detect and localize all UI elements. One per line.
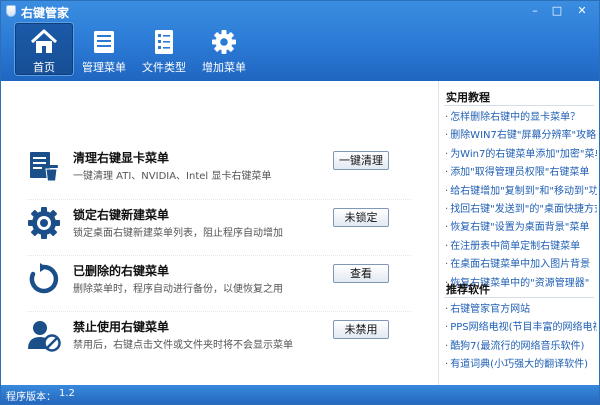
minimize-button[interactable]: – <box>525 4 545 18</box>
tutorial-link[interactable]: 为Win7的右键菜单添加"加密"菜单 <box>445 146 597 164</box>
tutorials-list: 怎样删除右键中的显卡菜单？ 删除WIN7右键"屏幕分辨率"攻略 为Win7的右键… <box>445 109 597 293</box>
trash-icon <box>30 152 58 182</box>
app-window: 右键管家 – □ ✕ 首页 管理菜单 文件类型 增加菜单 清理右键显卡菜单 一键… <box>0 0 600 405</box>
nav-item-file-types[interactable]: 文件类型 <box>135 23 193 75</box>
feature-clean-gpu-menu: 清理右键显卡菜单 一键清理 ATI、NVIDIA、Intel 显卡右键菜单 一键… <box>27 143 412 199</box>
main-panel: 清理右键显卡菜单 一键清理 ATI、NVIDIA、Intel 显卡右键菜单 一键… <box>1 81 436 385</box>
nav-label: 管理菜单 <box>82 61 126 74</box>
software-link[interactable]: 有道词典(小巧强大的翻译软件) <box>445 356 597 374</box>
tutorial-link[interactable]: 怎样删除右键中的显卡菜单？ <box>445 109 597 127</box>
window-controls: – □ ✕ <box>525 4 595 18</box>
feature-lock-new-menu: 锁定右键新建菜单 锁定桌面右键新建菜单列表，阻止程序自动增加 未锁定 <box>27 199 412 255</box>
tutorial-link[interactable]: 添加"取得管理员权限"右键菜单 <box>445 164 597 182</box>
nav-label: 文件类型 <box>142 61 186 74</box>
home-icon <box>30 29 58 53</box>
view-deleted-menus-button[interactable]: 查看 <box>333 264 389 283</box>
nav-item-add-menu[interactable]: 增加菜单 <box>195 23 253 75</box>
tutorial-link[interactable]: 删除WIN7右键"屏幕分辨率"攻略 <box>445 127 597 145</box>
tutorials-title: 实用教程 <box>446 91 490 104</box>
nav-label: 增加菜单 <box>202 61 246 74</box>
gear-lock-icon <box>28 207 60 239</box>
feature-desc: 删除菜单时，程序自动进行备份，以便恢复之用 <box>73 284 283 295</box>
feature-title: 已删除的右键菜单 <box>73 264 170 278</box>
divider <box>444 105 594 106</box>
main-nav: 首页 管理菜单 文件类型 增加菜单 <box>15 23 255 75</box>
software-link[interactable]: 右键管家官方网站 <box>445 301 597 319</box>
sidebar: 实用教程 怎样删除右键中的显卡菜单？ 删除WIN7右键"屏幕分辨率"攻略 为Wi… <box>438 81 599 385</box>
divider <box>444 297 594 298</box>
feature-desc: 禁用后，右键点击文件或文件夹时将不会显示菜单 <box>73 340 293 351</box>
user-block-icon <box>28 321 61 352</box>
feature-deleted-menus: 已删除的右键菜单 删除菜单时，程序自动进行备份，以便恢复之用 查看 <box>27 255 412 311</box>
file-types-icon <box>155 30 173 54</box>
feature-title: 禁止使用右键菜单 <box>73 320 170 334</box>
software-link[interactable]: 酷狗7(最流行的网络音乐软件) <box>445 338 597 356</box>
software-list: 右键管家官方网站 PPS网络电视(节目丰富的网络电视) 酷狗7(最流行的网络音乐… <box>445 301 597 375</box>
restore-icon <box>29 263 59 294</box>
tutorial-link[interactable]: 恢复右键"设置为桌面背景"菜单 <box>445 219 597 237</box>
nav-item-home[interactable]: 首页 <box>15 23 73 75</box>
close-button[interactable]: ✕ <box>569 4 595 18</box>
feature-title: 锁定右键新建菜单 <box>73 208 170 222</box>
menu-list-icon <box>94 31 114 53</box>
title-bar[interactable]: 右键管家 – □ ✕ <box>1 1 599 21</box>
software-link[interactable]: PPS网络电视(节目丰富的网络电视) <box>445 319 597 337</box>
lock-new-menu-button[interactable]: 未锁定 <box>333 208 389 227</box>
tutorial-link[interactable]: 在注册表中简单定制右键菜单 <box>445 238 597 256</box>
app-logo-icon <box>6 5 16 17</box>
disable-context-menu-button[interactable]: 未禁用 <box>333 320 389 339</box>
status-bar: 程序版本： 1.2 <box>1 385 599 404</box>
feature-desc: 锁定桌面右键新建菜单列表，阻止程序自动增加 <box>73 228 283 239</box>
feature-title: 清理右键显卡菜单 <box>73 151 170 165</box>
tutorial-link[interactable]: 在桌面右键菜单中加入图片背景 <box>445 256 597 274</box>
tutorial-link[interactable]: 给右键增加"复制到"和"移动到"功能 <box>445 183 597 201</box>
gear-icon <box>212 30 236 54</box>
maximize-button[interactable]: □ <box>547 4 567 18</box>
version-label: 程序版本： <box>6 392 56 403</box>
feature-desc: 一键清理 ATI、NVIDIA、Intel 显卡右键菜单 <box>73 171 272 182</box>
header: 右键管家 – □ ✕ 首页 管理菜单 文件类型 增加菜单 <box>1 1 599 81</box>
clean-gpu-menu-button[interactable]: 一键清理 <box>333 151 389 170</box>
software-title: 推荐软件 <box>446 283 490 296</box>
version-value: 1.2 <box>59 388 75 399</box>
tutorial-link[interactable]: 找回右键"发送到"的"桌面快捷方式" <box>445 201 597 219</box>
nav-label: 首页 <box>33 61 55 74</box>
feature-disable-context-menu: 禁止使用右键菜单 禁用后，右键点击文件或文件夹时将不会显示菜单 未禁用 <box>27 311 412 367</box>
app-title: 右键管家 <box>21 6 70 20</box>
nav-item-manage-menu[interactable]: 管理菜单 <box>75 23 133 75</box>
